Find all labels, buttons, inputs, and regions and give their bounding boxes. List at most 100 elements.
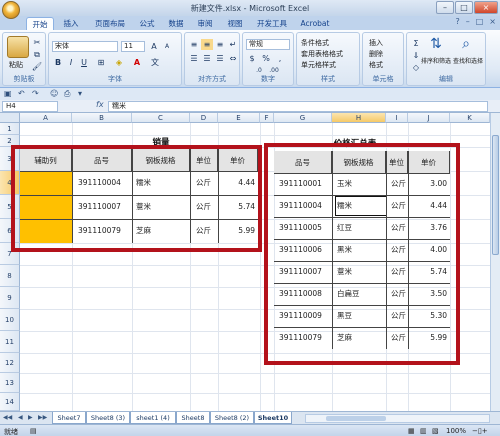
page-layout-view-icon[interactable]: ▥ bbox=[420, 427, 427, 435]
row-header-9[interactable]: 9 bbox=[0, 287, 20, 309]
column-header-f[interactable]: F bbox=[260, 113, 274, 123]
grow-font-icon[interactable]: A bbox=[148, 41, 160, 52]
row-header-12[interactable]: 12 bbox=[0, 353, 20, 373]
column-header-b[interactable]: B bbox=[72, 113, 132, 123]
font-size-select[interactable]: 11 bbox=[121, 41, 145, 52]
select-all-corner[interactable] bbox=[0, 113, 20, 123]
copy-icon[interactable]: ⧉ bbox=[31, 49, 43, 60]
shrink-font-icon[interactable]: A bbox=[161, 41, 173, 52]
redo-icon[interactable]: ↷ bbox=[32, 89, 39, 98]
save-icon[interactable]: ▣ bbox=[4, 89, 12, 98]
prev-sheet-icon[interactable]: ◀ bbox=[18, 414, 23, 421]
macro-record-icon[interactable]: ▤ bbox=[30, 427, 37, 435]
customize-icon[interactable]: ▾ bbox=[78, 89, 82, 98]
undo-icon[interactable]: ↶ bbox=[18, 89, 25, 98]
sort-filter-icon[interactable]: ⇅ bbox=[427, 36, 445, 54]
paste-label[interactable]: 粘贴 bbox=[9, 60, 23, 70]
tab-formulas[interactable]: 公式 bbox=[134, 17, 160, 30]
next-sheet-icon[interactable]: ▶ bbox=[28, 414, 33, 421]
column-header-j[interactable]: J bbox=[408, 113, 450, 123]
number-format-select[interactable]: 常规 bbox=[246, 39, 290, 50]
column-header-c[interactable]: C bbox=[132, 113, 190, 123]
maximize-button[interactable]: □ bbox=[455, 1, 473, 14]
conditional-format-button[interactable]: 条件格式 bbox=[301, 38, 329, 48]
format-cells-button[interactable]: 格式 bbox=[369, 60, 383, 70]
find-select-button[interactable]: 查找和选择 bbox=[453, 56, 483, 65]
tab-insert[interactable]: 插入 bbox=[58, 17, 84, 30]
tab-home[interactable]: 开始 bbox=[26, 17, 54, 30]
ribbon-restore-icon[interactable]: □ bbox=[476, 17, 484, 26]
currency-icon[interactable]: $ bbox=[246, 53, 258, 64]
merge-center-icon[interactable]: ⇔ bbox=[227, 53, 239, 64]
tab-review[interactable]: 审阅 bbox=[192, 17, 218, 30]
column-header-i[interactable]: I bbox=[386, 113, 408, 123]
font-name-select[interactable]: 宋体 bbox=[52, 41, 118, 52]
insert-cells-button[interactable]: 插入 bbox=[369, 38, 383, 48]
format-painter-icon[interactable]: 🖌 bbox=[31, 61, 43, 72]
print-icon[interactable]: ⎙ bbox=[64, 89, 70, 99]
row-header-1[interactable]: 1 bbox=[0, 123, 20, 135]
column-header-g[interactable]: G bbox=[274, 113, 332, 123]
column-header-k[interactable]: K bbox=[450, 113, 490, 123]
column-header-a[interactable]: A bbox=[20, 113, 72, 123]
sheet-tab[interactable]: Sheet7 bbox=[52, 412, 86, 424]
phonetic-icon[interactable]: 文 bbox=[149, 57, 161, 68]
sort-filter-button[interactable]: 排序和筛选 bbox=[421, 56, 451, 65]
comma-icon[interactable]: , bbox=[274, 53, 286, 64]
worksheet-grid[interactable]: A B C D E F G H I J K 1 2 3 4 5 6 7 8 9 … bbox=[0, 113, 490, 411]
paste-icon[interactable] bbox=[7, 36, 29, 58]
last-sheet-icon[interactable]: ▶▶ bbox=[38, 414, 47, 421]
row-header-8[interactable]: 8 bbox=[0, 265, 20, 287]
align-bottom-icon[interactable]: ≡ bbox=[214, 39, 226, 50]
sheet-tab[interactable]: Sheet8 (3) bbox=[86, 412, 130, 424]
column-header-h[interactable]: H bbox=[332, 113, 386, 123]
cell-styles-button[interactable]: 单元格样式 bbox=[301, 60, 336, 70]
horizontal-scrollbar[interactable] bbox=[305, 414, 490, 423]
align-top-icon[interactable]: ≡ bbox=[188, 39, 200, 50]
vertical-scroll-thumb[interactable] bbox=[492, 135, 499, 255]
align-left-icon[interactable]: ☰ bbox=[188, 53, 200, 64]
sheet-tab[interactable]: sheet1 (4) bbox=[130, 412, 176, 424]
ribbon-minimize-icon[interactable]: – bbox=[466, 17, 470, 26]
tab-data[interactable]: 数据 bbox=[163, 17, 189, 30]
fx-icon[interactable]: fx bbox=[96, 100, 104, 109]
row-header-10[interactable]: 10 bbox=[0, 309, 20, 331]
minimize-button[interactable]: – bbox=[436, 1, 454, 14]
sheet-tab[interactable]: Sheet8 bbox=[176, 412, 210, 424]
formula-input[interactable]: 糯米 bbox=[108, 101, 488, 112]
autosum-icon[interactable]: Σ bbox=[410, 38, 422, 49]
underline-button[interactable]: U bbox=[78, 57, 90, 68]
row-header-13[interactable]: 13 bbox=[0, 373, 20, 393]
horizontal-scroll-thumb[interactable] bbox=[326, 416, 386, 421]
font-color-icon[interactable]: A bbox=[131, 57, 143, 68]
delete-cells-button[interactable]: 删除 bbox=[369, 49, 383, 59]
format-as-table-button[interactable]: 套用表格格式 bbox=[301, 49, 343, 59]
name-box[interactable]: H4 bbox=[2, 101, 58, 112]
tab-page-layout[interactable]: 页面布局 bbox=[88, 17, 132, 30]
help-icon[interactable]: ? bbox=[455, 17, 459, 26]
align-right-icon[interactable]: ☰ bbox=[214, 53, 226, 64]
tab-view[interactable]: 视图 bbox=[222, 17, 248, 30]
office-button[interactable] bbox=[2, 1, 20, 19]
fill-color-icon[interactable]: ◈ bbox=[113, 57, 125, 68]
ribbon-close-icon[interactable]: × bbox=[489, 17, 496, 26]
normal-view-icon[interactable]: ▦ bbox=[408, 427, 415, 435]
sheet-tab[interactable]: Sheet8 (2) bbox=[210, 412, 254, 424]
bold-button[interactable]: B bbox=[52, 57, 64, 68]
align-middle-icon[interactable]: ≡ bbox=[201, 39, 213, 50]
wrap-text-icon[interactable]: ↵ bbox=[227, 39, 239, 50]
cut-icon[interactable]: ✂ bbox=[31, 37, 43, 48]
first-sheet-icon[interactable]: ◀◀ bbox=[3, 414, 12, 421]
column-header-d[interactable]: D bbox=[190, 113, 218, 123]
column-header-e[interactable]: E bbox=[218, 113, 260, 123]
border-icon[interactable]: ⊞ bbox=[95, 57, 107, 68]
smiley-icon[interactable]: ☺ bbox=[50, 89, 58, 98]
percent-icon[interactable]: % bbox=[260, 53, 272, 64]
page-break-view-icon[interactable]: ▧ bbox=[432, 427, 439, 435]
italic-button[interactable]: I bbox=[65, 57, 77, 68]
tab-developer[interactable]: 开发工具 bbox=[252, 17, 292, 30]
row-header-11[interactable]: 11 bbox=[0, 331, 20, 353]
row-header-14[interactable]: 14 bbox=[0, 393, 20, 411]
tab-acrobat[interactable]: Acrobat bbox=[298, 17, 332, 30]
zoom-slider[interactable]: −▯+ bbox=[472, 427, 488, 435]
